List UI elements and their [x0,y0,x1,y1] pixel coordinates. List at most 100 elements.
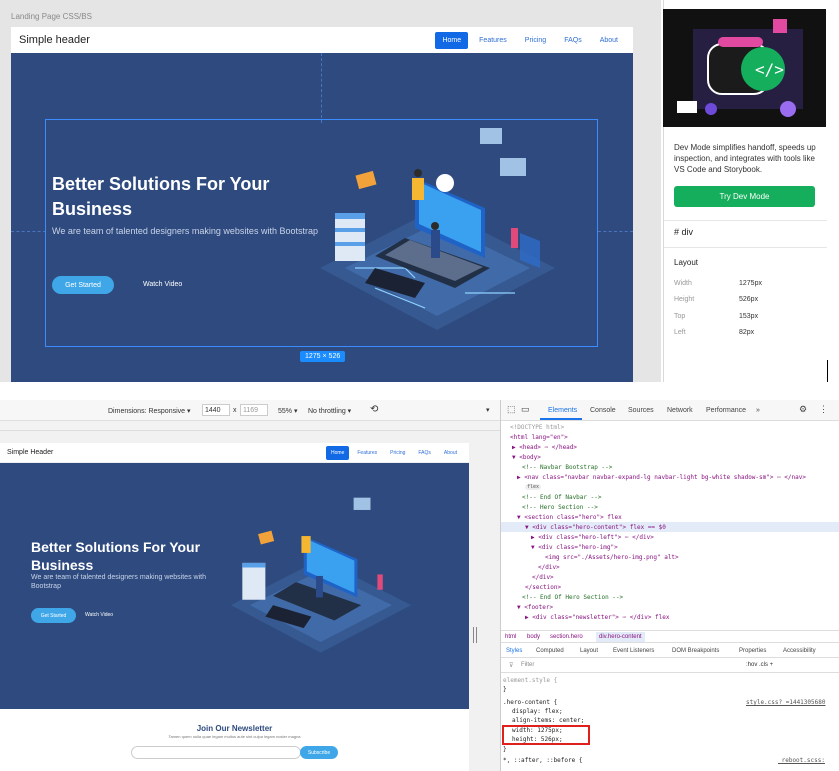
dom-line[interactable]: </div> [532,574,554,581]
dom-line[interactable]: <!DOCTYPE html> [510,424,564,431]
preview-nav-features[interactable]: Features [352,446,382,460]
dom-line[interactable]: <!-- Navbar Bootstrap --> [522,464,612,471]
layout-label-height: Height [674,296,695,303]
preview-hero-title: Better Solutions For Your Business [31,539,201,573]
divider [664,220,827,221]
media-query-ruler [0,421,500,431]
tab-elements[interactable]: Elements [548,407,577,414]
resize-handle[interactable] [473,627,477,643]
css-source-link[interactable]: _reboot.scss: [778,757,825,764]
breadcrumb-item[interactable]: section.hero [550,634,583,640]
filter-input[interactable]: Filter [521,662,534,668]
tab-sources[interactable]: Sources [628,407,654,414]
preview-nav-about[interactable]: About [439,446,462,460]
subtab-dom-breakpoints[interactable]: DOM Breakpoints [672,648,719,654]
subtab-accessibility[interactable]: Accessibility [783,648,816,654]
dom-line[interactable]: ▶ <div class="hero-left"> ⋯ </div> [531,534,654,541]
nav-link-pricing[interactable]: Pricing [518,32,553,49]
dom-line[interactable]: ▶ <nav class="navbar navbar-expand-lg na… [517,474,806,481]
nav-link-features[interactable]: Features [472,32,514,49]
css-source-link[interactable]: style.css?_=1441305680 [746,699,825,706]
nav-link-home[interactable]: Home [435,31,469,49]
css-rule-element-style[interactable]: element.style { [503,677,557,684]
dom-line[interactable]: ▶ <div class="newsletter"> ⋯ </div> flex [525,614,670,621]
dom-line[interactable]: <!-- End Of Navbar --> [522,494,601,501]
layout-value-top[interactable]: 153px [739,313,758,320]
dom-line[interactable]: <!-- End Of Hero Section --> [522,594,623,601]
nav-link-faqs[interactable]: FAQs [557,32,589,49]
device-toggle-icon[interactable]: ▭ [521,404,530,415]
newsletter-section [0,709,469,771]
preview-hero-subtitle: We are team of talented designers making… [31,574,206,590]
breadcrumb-item[interactable]: html [505,634,516,640]
dom-line[interactable]: ▶ <head> ⋯ </head> [512,444,577,451]
preview-hero-illustration [230,497,412,653]
layout-value-height[interactable]: 526px [739,296,758,303]
dom-line[interactable]: ▼ <body> [512,454,541,461]
try-dev-mode-button[interactable]: Try Dev Mode [674,186,815,207]
preview-get-started-button[interactable]: Get Started [31,608,76,623]
tab-more[interactable]: » [756,407,760,414]
newsletter-subtitle: Tamen quem nulla quae legam multos aute … [168,734,301,739]
frame-label[interactable]: Landing Page CSS/BS [11,12,92,21]
settings-icon[interactable]: ⚙ [799,404,807,415]
kebab-menu-icon[interactable]: ⋮ [819,404,828,415]
width-input[interactable]: 1440 [202,404,230,416]
throttle-select[interactable]: No throttling ▾ [308,407,351,415]
layout-value-width[interactable]: 1275px [739,280,762,287]
highlight-box [502,725,590,745]
subtab-styles[interactable]: Styles [506,648,522,654]
tab-network[interactable]: Network [667,407,693,414]
preview-nav-pricing[interactable]: Pricing [385,446,410,460]
style-tools[interactable]: :hov .cls + [746,662,773,668]
dom-line[interactable]: </section> [525,584,561,591]
frame-navbar: Simple header Home Features Pricing FAQs… [11,27,633,53]
preview-nav-home[interactable]: Home [326,445,350,460]
tab-console[interactable]: Console [590,407,616,414]
zoom-select[interactable]: 55% ▾ [278,407,297,415]
css-selector[interactable]: .hero-content { [503,699,557,706]
dom-line[interactable]: ▼ <div class="hero-img"> [531,544,618,551]
newsletter-title: Join Our Newsletter [196,724,273,733]
layout-value-left[interactable]: 82px [739,329,754,336]
dom-line-selected[interactable]: ▼ <div class="hero-content"> flex == $0 [525,524,666,531]
preview-watch-video-link[interactable]: Watch Video [85,612,113,618]
subtab-properties[interactable]: Properties [739,648,766,654]
subtab-computed[interactable]: Computed [536,648,564,654]
navbar-brand[interactable]: Simple header [19,34,90,46]
dom-line[interactable]: <!-- Hero Section --> [522,504,598,511]
breadcrumb-item[interactable]: body [527,634,540,640]
dom-line[interactable]: </div> [538,564,560,571]
rotate-icon[interactable]: ⟲ [370,404,378,415]
css-selector-universal[interactable]: *, ::after, ::before { [503,757,582,764]
dom-line[interactable]: ▼ <section class="hero"> flex [517,514,622,521]
preview-brand[interactable]: Simple Header [7,449,53,456]
device-toolbar: Dimensions: Responsive ▾ 1440 x 1169 55%… [0,400,500,421]
dimensions-select[interactable]: Dimensions: Responsive ▾ [108,407,191,415]
height-input[interactable]: 1169 [240,404,268,416]
guide-line [321,53,322,123]
filter-icon: ⊽ [509,663,514,669]
dimension-separator: x [233,407,237,414]
dom-line[interactable]: <html lang="en"> [510,434,568,441]
get-started-button[interactable]: Get Started [52,276,114,294]
preview-nav-faqs[interactable]: FAQs [413,446,436,460]
subtab-layout[interactable]: Layout [580,648,598,654]
subscribe-button[interactable]: Subscribe [300,746,338,759]
element-type: # div [674,227,693,237]
dom-line[interactable]: ▼ <footer> [517,604,553,611]
css-prop-display[interactable]: display: flex; [512,708,563,715]
tab-performance[interactable]: Performance [706,407,746,414]
css-prop-align-items[interactable]: align-items: center; [512,717,584,724]
newsletter-email-input[interactable] [131,746,301,759]
subtab-event-listeners[interactable]: Event Listeners [613,648,654,654]
more-icon[interactable]: ▾ [486,406,490,414]
nav-link-about[interactable]: About [593,32,625,49]
watch-video-link[interactable]: Watch Video [143,281,182,288]
breadcrumb-item-active[interactable]: div.hero-content [596,632,645,642]
divider [664,247,827,248]
guide-line [11,231,46,232]
flex-badge[interactable]: flex [525,484,542,490]
inspect-icon[interactable]: ⬚ [507,404,516,415]
dom-line[interactable]: <img src="./Assets/hero-img.png" alt> [545,554,679,561]
